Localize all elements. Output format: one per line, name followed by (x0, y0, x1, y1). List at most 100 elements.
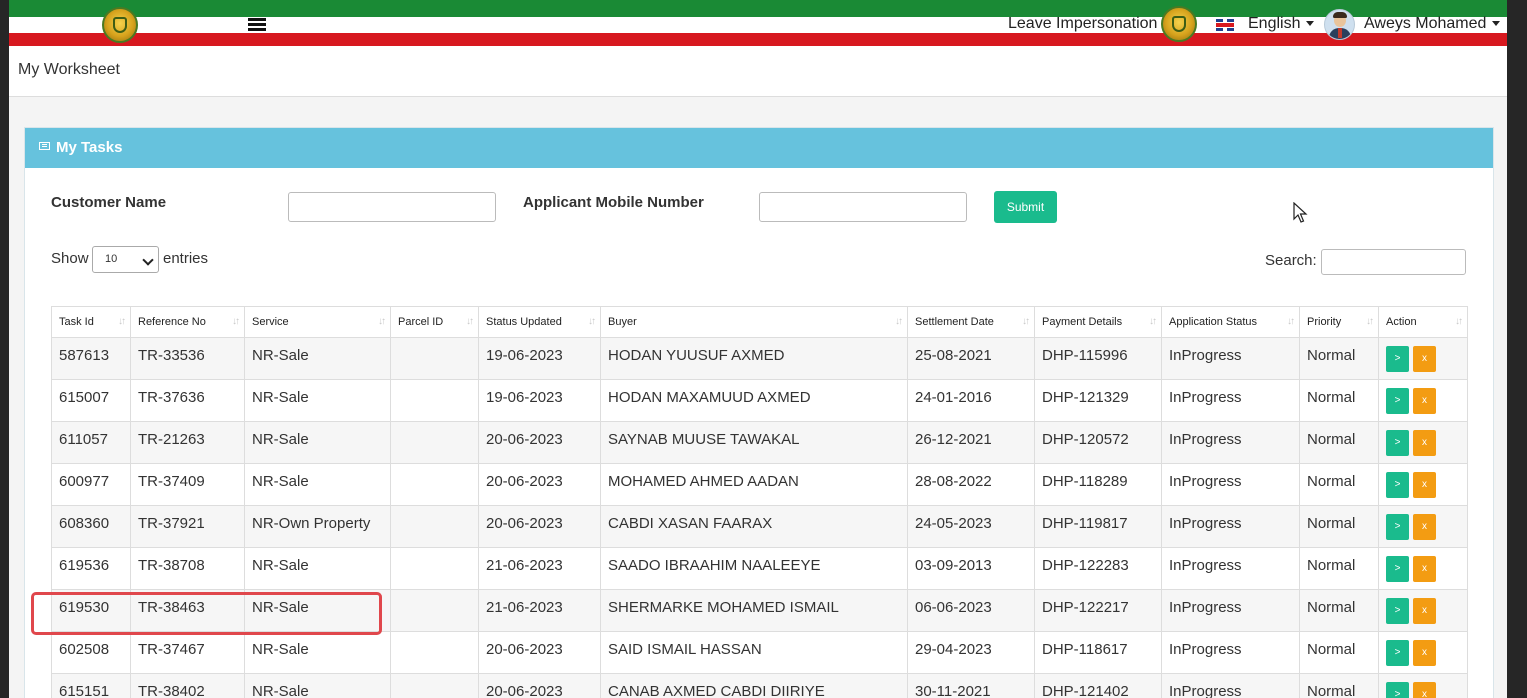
table-cell (390, 589, 479, 632)
user-menu-dropdown[interactable]: Aweys Mohamed (1364, 15, 1500, 33)
column-header[interactable]: Status Updated ↓↑ (478, 306, 601, 338)
language-dropdown[interactable]: English (1248, 15, 1314, 33)
cancel-task-button[interactable]: x (1413, 472, 1436, 498)
column-header[interactable]: Action ↓↑ (1378, 306, 1468, 338)
table-cell: InProgress (1161, 631, 1300, 674)
mobile-number-input[interactable] (759, 192, 967, 222)
table-cell: HODAN YUUSUF AXMED (600, 337, 908, 380)
table-cell: InProgress (1161, 421, 1300, 464)
sort-icon: ↓↑ (466, 316, 474, 327)
table-row[interactable]: 615151 TR-38402 NR-Sale 20-06-2023 CANAB AXM… (51, 673, 1468, 698)
table-cell: InProgress (1161, 337, 1300, 380)
hamburger-icon[interactable] (248, 18, 266, 32)
cancel-task-button[interactable]: x (1413, 682, 1436, 698)
column-header-label: Payment Details (1042, 316, 1123, 328)
user-name: Aweys Mohamed (1364, 15, 1487, 32)
table-cell: SHERMARKE MOHAMED ISMAIL (600, 589, 908, 632)
table-cell: DHP-119817 (1034, 505, 1162, 548)
column-header[interactable]: Reference No ↓↑ (130, 306, 245, 338)
table-cell: InProgress (1161, 673, 1300, 698)
submit-button[interactable]: Submit (994, 191, 1057, 223)
column-header[interactable]: Parcel ID ↓↑ (390, 306, 479, 338)
cancel-task-button[interactable]: x (1413, 514, 1436, 540)
action-cell: > x (1378, 589, 1468, 632)
open-task-button[interactable]: > (1386, 346, 1409, 372)
flag-stripe-red (9, 33, 1507, 46)
sort-icon: ↓↑ (1022, 316, 1030, 327)
column-header[interactable]: Task Id ↓↑ (51, 306, 131, 338)
sort-icon: ↓↑ (1366, 316, 1374, 327)
page-title-bar: My Worksheet (9, 47, 1507, 97)
table-cell: Normal (1299, 631, 1379, 674)
emblem-icon (102, 7, 138, 43)
table-row[interactable]: 619536 TR-38708 NR-Sale 21-06-2023 SAADO IBR… (51, 547, 1468, 590)
table-row[interactable]: 602508 TR-37467 NR-Sale 20-06-2023 SAID ISMA… (51, 631, 1468, 674)
column-header[interactable]: Priority ↓↑ (1299, 306, 1379, 338)
open-task-button[interactable]: > (1386, 472, 1409, 498)
table-cell: DHP-122283 (1034, 547, 1162, 590)
table-row[interactable]: 600977 TR-37409 NR-Sale 20-06-2023 MOHAMED A… (51, 463, 1468, 506)
column-header[interactable]: Settlement Date ↓↑ (907, 306, 1035, 338)
table-row[interactable]: 611057 TR-21263 NR-Sale 20-06-2023 SAYNAB MU… (51, 421, 1468, 464)
avatar[interactable] (1324, 9, 1355, 40)
sort-icon: ↓↑ (588, 316, 596, 327)
table-cell: TR-21263 (130, 421, 245, 464)
table-cell: 21-06-2023 (478, 589, 601, 632)
open-task-button[interactable]: > (1386, 598, 1409, 624)
column-header-label: Service (252, 316, 289, 328)
cancel-task-button[interactable]: x (1413, 430, 1436, 456)
table-cell (390, 337, 479, 380)
table-cell: 19-06-2023 (478, 337, 601, 380)
table-cell: TR-38402 (130, 673, 245, 698)
table-row[interactable]: 587613 TR-33536 NR-Sale 19-06-2023 HODAN YUU… (51, 337, 1468, 380)
cancel-task-button[interactable]: x (1413, 598, 1436, 624)
table-cell: NR-Sale (244, 547, 391, 590)
chevron-down-icon (142, 254, 154, 266)
uk-flag-icon (1216, 19, 1234, 31)
open-task-button[interactable]: > (1386, 388, 1409, 414)
column-header[interactable]: Buyer ↓↑ (600, 306, 908, 338)
table-cell: Normal (1299, 421, 1379, 464)
card-title: My Tasks (56, 139, 123, 156)
table-cell: Normal (1299, 463, 1379, 506)
cancel-task-button[interactable]: x (1413, 556, 1436, 582)
table-cell: 20-06-2023 (478, 421, 601, 464)
column-header[interactable]: Payment Details ↓↑ (1034, 306, 1162, 338)
table-cell (390, 673, 479, 698)
entries-select[interactable]: 10 (92, 246, 159, 273)
table-cell: InProgress (1161, 379, 1300, 422)
open-task-button[interactable]: > (1386, 640, 1409, 666)
table-cell: 21-06-2023 (478, 547, 601, 590)
table-cell (390, 505, 479, 548)
mobile-number-label: Applicant Mobile Number (523, 194, 704, 211)
open-task-button[interactable]: > (1386, 682, 1409, 698)
table-cell: InProgress (1161, 589, 1300, 632)
table-cell: 20-06-2023 (478, 673, 601, 698)
leave-impersonation-link[interactable]: Leave Impersonation (1008, 15, 1157, 33)
sort-icon: ↓↑ (1455, 316, 1463, 327)
table-cell: NR-Sale (244, 463, 391, 506)
table-cell: 29-04-2023 (907, 631, 1035, 674)
table-cell: SAADO IBRAAHIM NAALEEYE (600, 547, 908, 590)
cancel-task-button[interactable]: x (1413, 640, 1436, 666)
open-task-button[interactable]: > (1386, 514, 1409, 540)
table-cell: 24-01-2016 (907, 379, 1035, 422)
entries-label: entries (163, 250, 209, 267)
customer-name-input[interactable] (288, 192, 496, 222)
table-cell: Normal (1299, 505, 1379, 548)
entries-value: 10 (105, 253, 118, 265)
table-cell: HODAN MAXAMUUD AXMED (600, 379, 908, 422)
open-task-button[interactable]: > (1386, 556, 1409, 582)
column-header[interactable]: Service ↓↑ (244, 306, 391, 338)
cancel-task-button[interactable]: x (1413, 346, 1436, 372)
table-row[interactable]: 615007 TR-37636 NR-Sale 19-06-2023 HODAN MAX… (51, 379, 1468, 422)
table-row[interactable]: 608360 TR-37921 NR-Own Property 20-06-2023 C… (51, 505, 1468, 548)
cancel-task-button[interactable]: x (1413, 388, 1436, 414)
search-input[interactable] (1321, 249, 1466, 275)
sort-icon: ↓↑ (1287, 316, 1295, 327)
table-cell: DHP-115996 (1034, 337, 1162, 380)
table-cell: DHP-120572 (1034, 421, 1162, 464)
language-label: English (1248, 15, 1301, 32)
open-task-button[interactable]: > (1386, 430, 1409, 456)
column-header[interactable]: Application Status ↓↑ (1161, 306, 1300, 338)
